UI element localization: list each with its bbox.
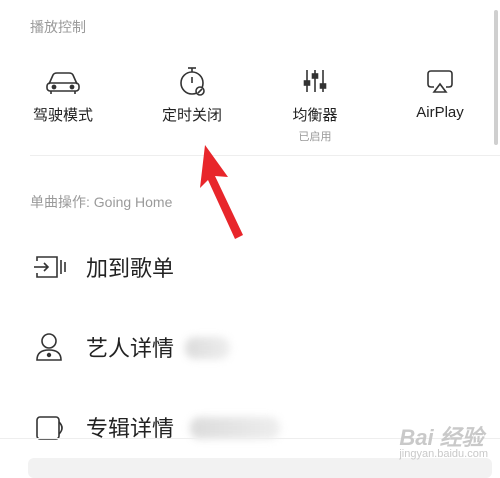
blurred-album-name bbox=[190, 417, 280, 439]
add-to-playlist-icon bbox=[33, 251, 69, 283]
scrollbar[interactable] bbox=[494, 10, 498, 145]
section-divider bbox=[30, 155, 500, 156]
airplay-label: AirPlay bbox=[416, 104, 464, 121]
playback-controls: 驾驶模式 定时关闭 均衡器 已启用 AirPlay bbox=[0, 60, 500, 155]
equalizer-status: 已启用 bbox=[298, 131, 332, 143]
timer-icon bbox=[137, 60, 247, 102]
bottom-bar[interactable] bbox=[28, 458, 492, 478]
blurred-artist-name bbox=[185, 337, 230, 359]
equalizer-button[interactable]: 均衡器 已启用 bbox=[260, 60, 370, 144]
artist-details-label: 艺人详情 bbox=[86, 336, 175, 361]
sleep-timer-button[interactable]: 定时关闭 bbox=[137, 60, 247, 125]
watermark-sub: jingyan.baidu.com bbox=[399, 448, 488, 460]
driving-mode-label: 驾驶模式 bbox=[32, 107, 93, 124]
car-icon bbox=[8, 60, 118, 102]
watermark-brand: Bai 经验 bbox=[399, 425, 484, 450]
add-to-playlist-item[interactable]: 加到歌单 bbox=[0, 237, 500, 297]
playback-section-title: 播放控制 bbox=[30, 19, 86, 35]
add-to-playlist-label: 加到歌单 bbox=[86, 256, 175, 281]
sleep-timer-label: 定时关闭 bbox=[161, 107, 222, 124]
driving-mode-button[interactable]: 驾驶模式 bbox=[8, 60, 118, 125]
equalizer-label: 均衡器 bbox=[292, 107, 338, 124]
airplay-button[interactable]: AirPlay bbox=[385, 60, 495, 121]
airplay-icon bbox=[385, 60, 495, 102]
artist-icon bbox=[33, 331, 69, 363]
watermark: Bai 经验 jingyan.baidu.com bbox=[399, 420, 488, 460]
song-actions-title: 单曲操作: Going Home bbox=[30, 194, 173, 210]
artist-details-item[interactable]: 艺人详情 bbox=[0, 317, 500, 377]
equalizer-icon bbox=[260, 60, 370, 102]
